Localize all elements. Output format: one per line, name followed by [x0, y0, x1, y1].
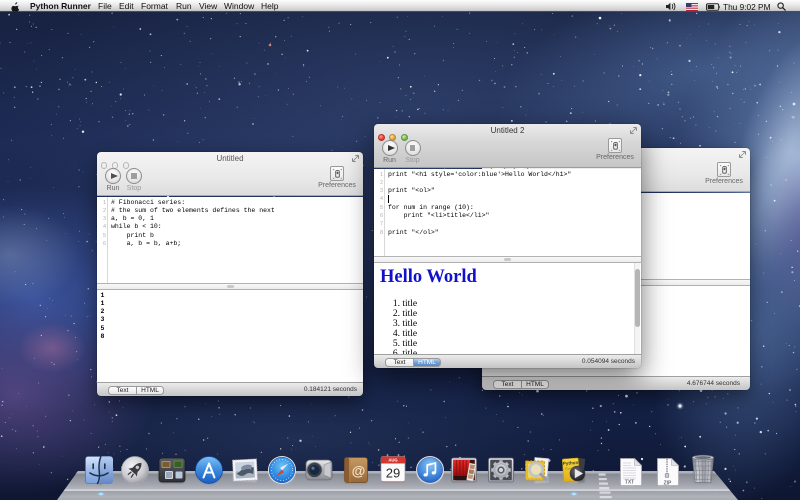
svg-text:AUG: AUG [388, 458, 397, 463]
svg-text:29: 29 [385, 466, 399, 481]
svg-text:@: @ [351, 463, 365, 479]
svg-text:TXT: TXT [624, 480, 633, 486]
svg-text:ZIP: ZIP [663, 481, 671, 487]
